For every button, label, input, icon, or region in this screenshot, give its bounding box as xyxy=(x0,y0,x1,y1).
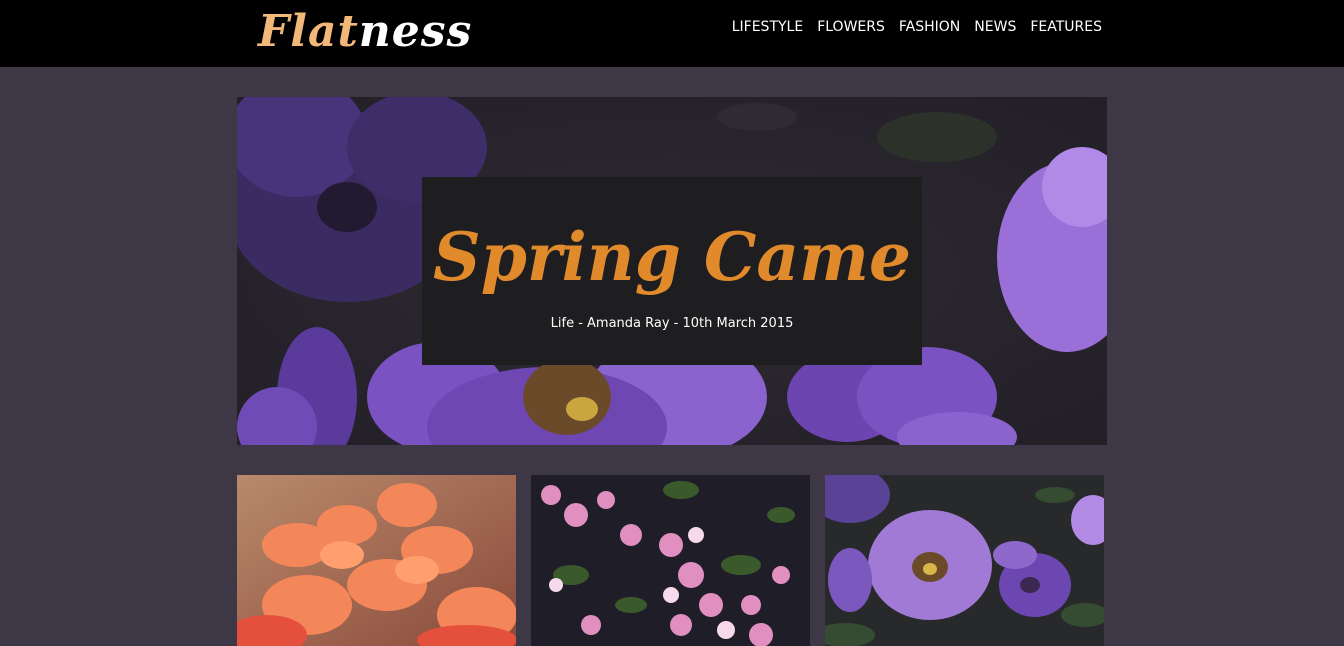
site-header: Flatness LIFESTYLE FLOWERS FASHION NEWS … xyxy=(0,0,1344,67)
main-nav: LIFESTYLE FLOWERS FASHION NEWS FEATURES xyxy=(732,18,1102,36)
nav-features[interactable]: FEATURES xyxy=(1030,18,1102,36)
featured-post[interactable]: Spring Came Life - Amanda Ray - 10th Mar… xyxy=(237,97,1107,445)
post-thumbnail[interactable] xyxy=(825,475,1104,646)
purple-petunias-image xyxy=(825,475,1104,646)
hero-title[interactable]: Spring Came xyxy=(422,217,922,297)
nav-lifestyle[interactable]: LIFESTYLE xyxy=(732,18,803,36)
hero-meta: Life - Amanda Ray - 10th March 2015 xyxy=(550,316,794,331)
post-thumbnail[interactable] xyxy=(531,475,810,646)
pink-blossoms-image xyxy=(531,475,810,646)
nav-news[interactable]: NEWS xyxy=(974,18,1016,36)
site-logo[interactable]: Flatness xyxy=(258,4,472,60)
nav-fashion[interactable]: FASHION xyxy=(899,18,960,36)
post-thumbnail[interactable] xyxy=(237,475,516,646)
hero-caption-box: Spring Came Life - Amanda Ray - 10th Mar… xyxy=(422,177,922,365)
nav-flowers[interactable]: FLOWERS xyxy=(817,18,885,36)
orange-flowers-image xyxy=(237,475,516,646)
